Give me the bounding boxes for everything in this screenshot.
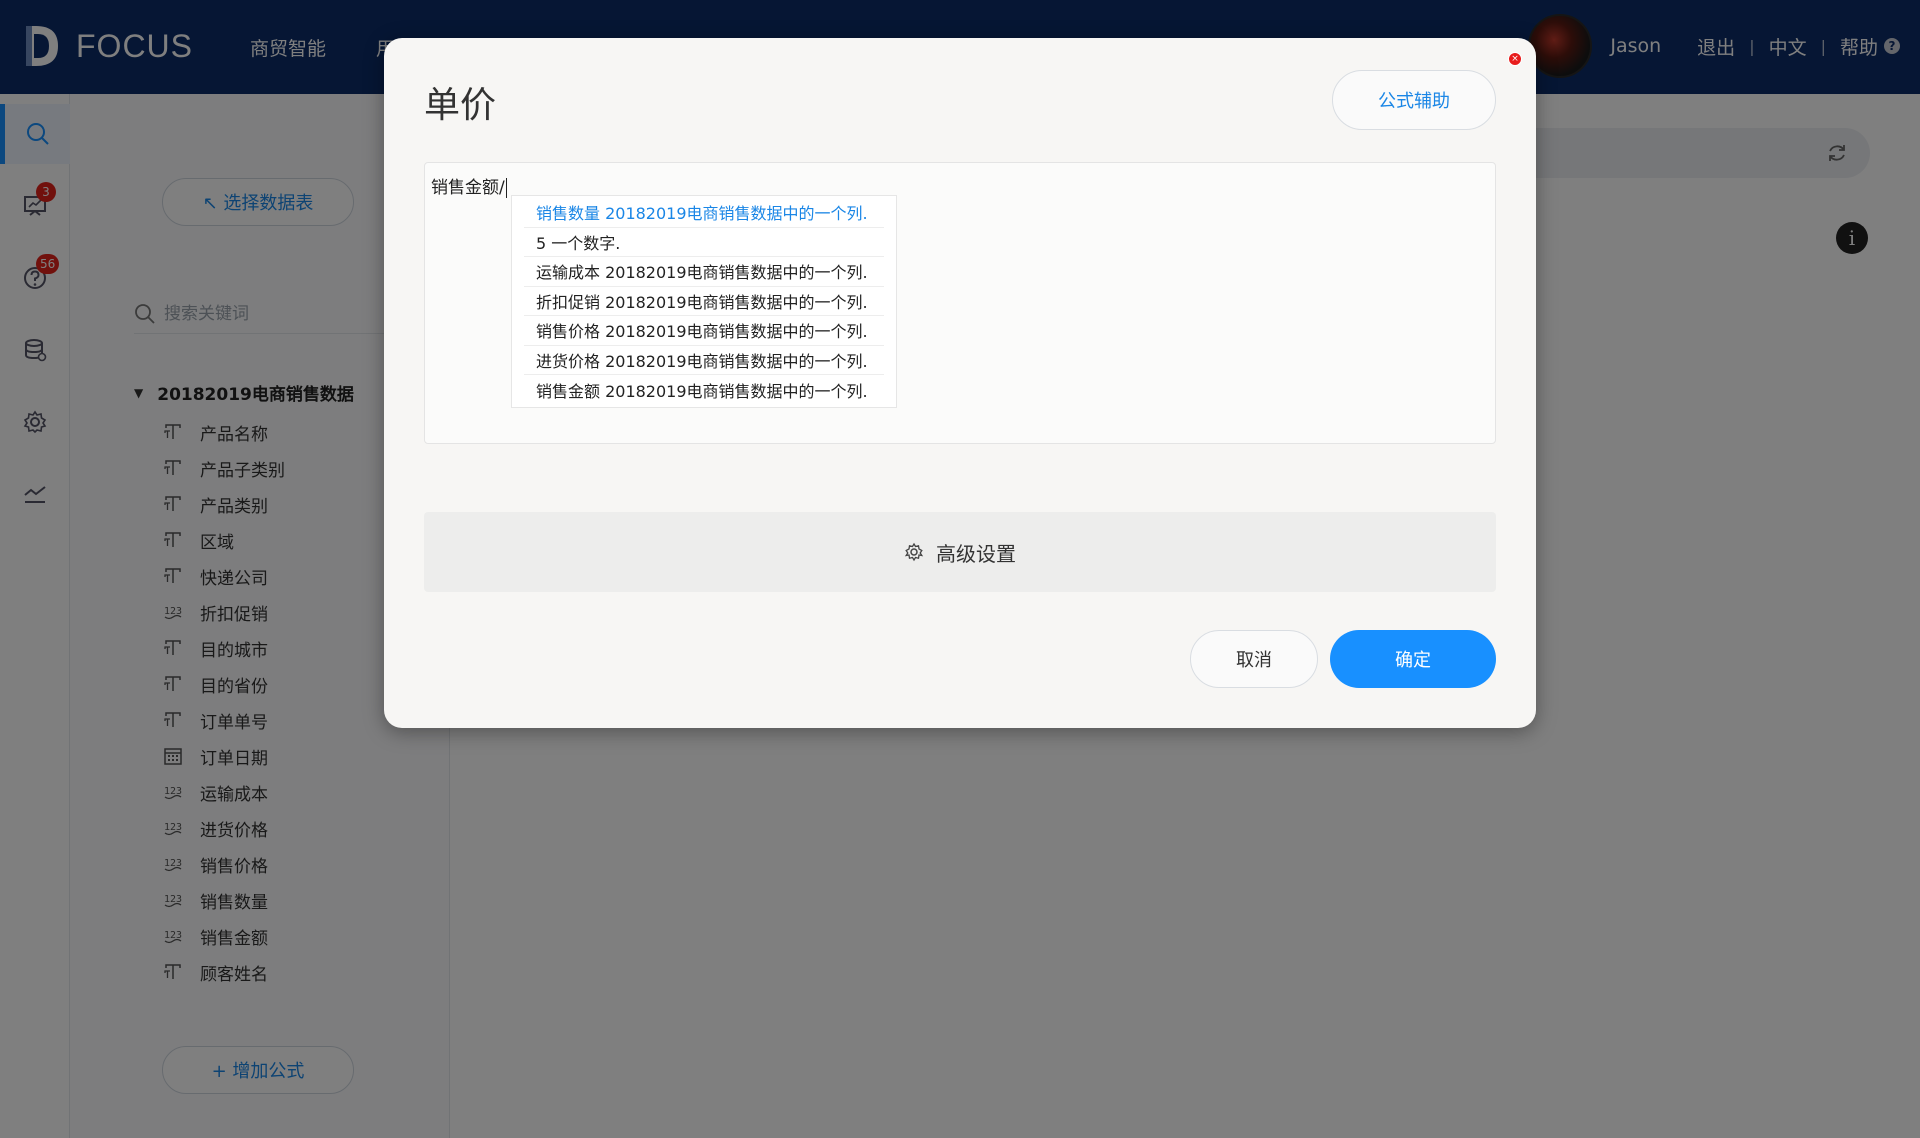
- suggestion-item[interactable]: 5 一个数字.: [524, 228, 884, 257]
- advanced-settings-label: 高级设置: [936, 541, 1016, 566]
- suggestion-list: 销售数量 20182019电商销售数据中的一个列. 5 一个数字. 运输成本 201…: [511, 195, 897, 408]
- suggestion-item[interactable]: 销售金额 20182019电商销售数据中的一个列.: [524, 375, 884, 405]
- formula-help-button[interactable]: 公式辅助: [1332, 70, 1496, 130]
- gear-icon: [904, 542, 924, 562]
- confirm-button[interactable]: 确定: [1330, 630, 1496, 688]
- advanced-settings-button[interactable]: 高级设置: [424, 512, 1496, 592]
- formula-editor[interactable]: 销售金额/ 销售数量 20182019电商销售数据中的一个列. 5 一个数字. 运输…: [424, 162, 1496, 444]
- suggestion-item[interactable]: 折扣促销 20182019电商销售数据中的一个列.: [524, 287, 884, 316]
- formula-input-value: 销售金额/: [431, 178, 505, 198]
- formula-dialog: × 单价 公式辅助 销售金额/ 销售数量 20182019电商销售数据中的一个列…: [384, 38, 1536, 728]
- suggestion-item[interactable]: 进货价格 20182019电商销售数据中的一个列.: [524, 346, 884, 375]
- close-icon[interactable]: ×: [1508, 52, 1522, 66]
- dialog-title: 单价: [424, 85, 497, 126]
- text-cursor: [505, 178, 507, 198]
- suggestion-item[interactable]: 销售数量 20182019电商销售数据中的一个列.: [524, 198, 884, 228]
- formula-text[interactable]: 销售金额/: [431, 173, 507, 198]
- cancel-button[interactable]: 取消: [1190, 630, 1318, 688]
- suggestion-item[interactable]: 销售价格 20182019电商销售数据中的一个列.: [524, 316, 884, 346]
- suggestion-item[interactable]: 运输成本 20182019电商销售数据中的一个列.: [524, 257, 884, 287]
